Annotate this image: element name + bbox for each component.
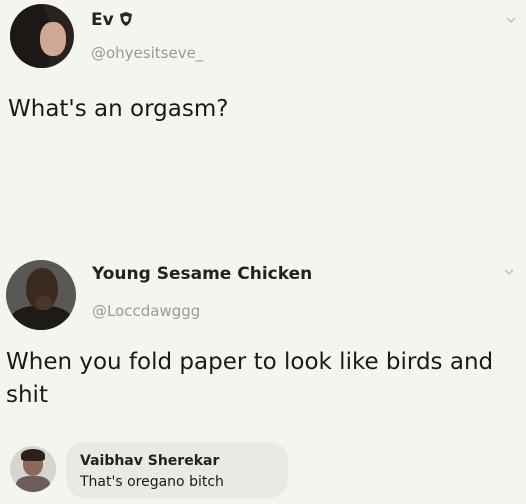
tweet-young-sesame-chicken[interactable]: Young Sesame Chicken @Loccdawggg When yo… bbox=[0, 240, 526, 430]
avatar-hair bbox=[21, 449, 45, 461]
comment[interactable]: Vaibhav Sherekar That's oregano bitch bbox=[0, 436, 526, 504]
author-handle[interactable]: @ohyesitseve_ bbox=[91, 44, 203, 62]
avatar-body bbox=[16, 476, 50, 492]
shield-icon bbox=[119, 12, 132, 26]
tweet-ev[interactable]: Ev @ohyesitseve_ What's an orgasm? bbox=[0, 0, 526, 185]
author-name[interactable]: Ev bbox=[91, 10, 134, 30]
screenshot: Ev @ohyesitseve_ What's an orgasm? Young… bbox=[0, 0, 526, 504]
comment-text: That's oregano bitch bbox=[80, 474, 224, 490]
avatar[interactable] bbox=[10, 446, 56, 492]
chevron-down-icon[interactable] bbox=[504, 268, 514, 276]
avatar[interactable] bbox=[6, 260, 76, 330]
comment-bubble[interactable]: Vaibhav Sherekar That's oregano bitch bbox=[66, 442, 288, 498]
author-name-text: Ev bbox=[91, 10, 114, 30]
tweet-text: What's an orgasm? bbox=[8, 96, 229, 122]
tweet-text: When you fold paper to look like birds a… bbox=[6, 349, 494, 408]
chevron-down-icon[interactable] bbox=[506, 16, 516, 24]
author-name[interactable]: Young Sesame Chicken bbox=[92, 264, 312, 284]
avatar-face bbox=[40, 22, 66, 56]
avatar[interactable] bbox=[10, 4, 74, 68]
avatar-hand bbox=[36, 296, 52, 310]
comment-author[interactable]: Vaibhav Sherekar bbox=[80, 453, 219, 469]
author-handle[interactable]: @Loccdawggg bbox=[92, 302, 200, 320]
